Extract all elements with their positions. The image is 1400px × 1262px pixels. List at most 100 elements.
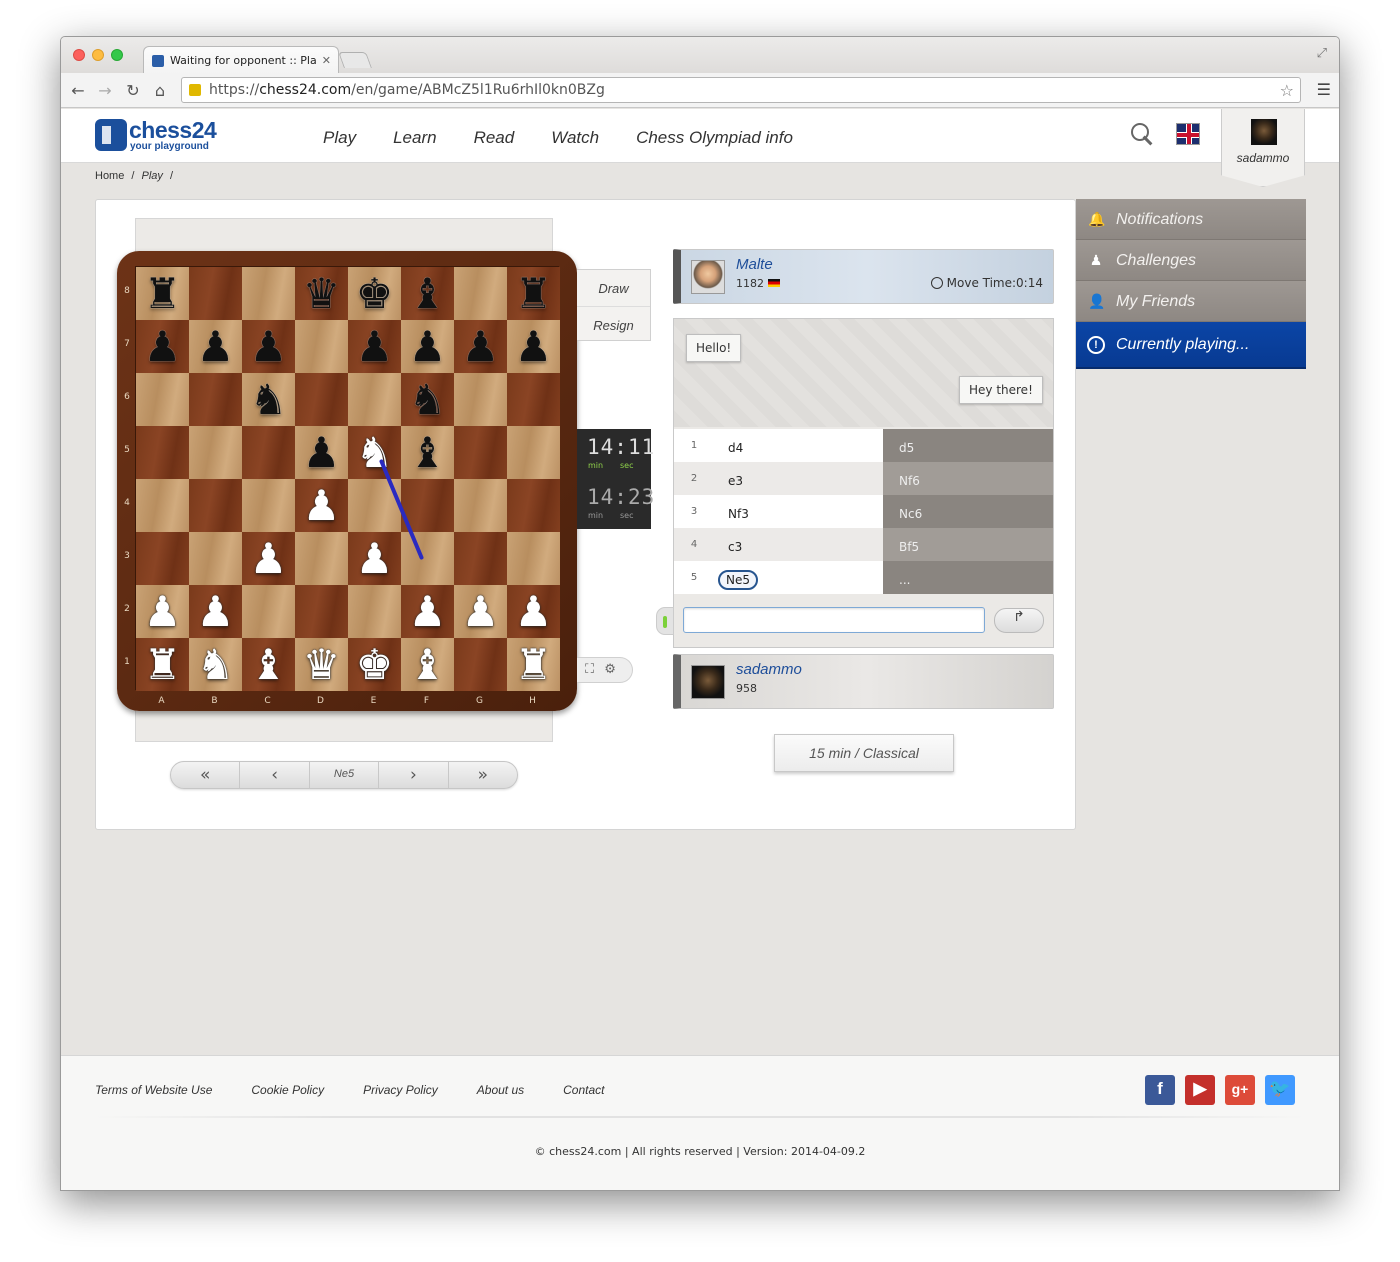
- square-f5[interactable]: ♝: [401, 426, 454, 479]
- black-pawn-icon[interactable]: ♟: [462, 325, 500, 368]
- nav-watch[interactable]: Watch: [551, 128, 599, 148]
- square-e2[interactable]: [348, 585, 401, 638]
- square-h7[interactable]: ♟: [507, 320, 560, 373]
- chat-input[interactable]: [683, 607, 985, 633]
- nav-read[interactable]: Read: [474, 128, 515, 148]
- square-g7[interactable]: ♟: [454, 320, 507, 373]
- minimize-window-button[interactable]: [92, 49, 104, 61]
- white-pawn-icon[interactable]: ♟: [250, 537, 288, 580]
- white-queen-icon[interactable]: ♛: [303, 643, 341, 686]
- fullscreen-board-icon[interactable]: ⛶: [585, 662, 594, 677]
- square-c7[interactable]: ♟: [242, 320, 295, 373]
- square-a5[interactable]: [136, 426, 189, 479]
- back-icon[interactable]: ←: [69, 81, 87, 100]
- black-knight-icon[interactable]: ♞: [250, 378, 288, 421]
- square-b2[interactable]: ♟: [189, 585, 242, 638]
- search-icon[interactable]: [1129, 121, 1155, 147]
- next-move-button[interactable]: ›: [379, 762, 449, 788]
- square-a3[interactable]: [136, 532, 189, 585]
- square-e6[interactable]: [348, 373, 401, 426]
- square-d3[interactable]: [295, 532, 348, 585]
- square-b8[interactable]: [189, 267, 242, 320]
- square-c6[interactable]: ♞: [242, 373, 295, 426]
- white-bishop-icon[interactable]: ♝: [409, 643, 447, 686]
- time-control-button[interactable]: 15 min / Classical: [774, 734, 954, 772]
- square-f8[interactable]: ♝: [401, 267, 454, 320]
- bookmark-star-icon[interactable]: ☆: [1280, 81, 1294, 100]
- square-e4[interactable]: [348, 479, 401, 532]
- chess-board[interactable]: ♜ ♛ ♚ ♝ ♜ ♟ ♟ ♟ ♟ ♟ ♟ ♟ ♞ ♞ ♟ ♞ ♝ ♟ ♟ ♟ ♟ ♟ ♟ ♟ ♟ ♜ ♞ ♝ ♛ ♚ ♝ ♜: [135, 266, 560, 691]
- square-b5[interactable]: [189, 426, 242, 479]
- player-name[interactable]: sadammo: [736, 661, 802, 678]
- nav-learn[interactable]: Learn: [393, 128, 436, 148]
- black-rook-icon[interactable]: ♜: [144, 272, 182, 315]
- square-a7[interactable]: ♟: [136, 320, 189, 373]
- white-bishop-icon[interactable]: ♝: [250, 643, 288, 686]
- black-pawn-icon[interactable]: ♟: [409, 325, 447, 368]
- square-g3[interactable]: [454, 532, 507, 585]
- footer-link-about[interactable]: About us: [477, 1083, 524, 1097]
- home-icon[interactable]: ⌂: [151, 81, 169, 100]
- sidebar-item-currently-playing[interactable]: ! Currently playing...: [1076, 322, 1306, 369]
- user-menu[interactable]: sadammo: [1221, 109, 1305, 187]
- square-h8[interactable]: ♜: [507, 267, 560, 320]
- square-f1[interactable]: ♝: [401, 638, 454, 691]
- square-d7[interactable]: [295, 320, 348, 373]
- address-bar[interactable]: https://chess24.com/en/game/ABMcZ5l1Ru6r…: [181, 77, 1301, 103]
- draw-button[interactable]: Draw: [577, 270, 650, 306]
- black-king-icon[interactable]: ♚: [356, 272, 394, 315]
- square-a6[interactable]: [136, 373, 189, 426]
- square-h3[interactable]: [507, 532, 560, 585]
- black-bishop-icon[interactable]: ♝: [409, 272, 447, 315]
- black-move[interactable]: Nf6: [883, 462, 1053, 495]
- square-a8[interactable]: ♜: [136, 267, 189, 320]
- white-move[interactable]: e3: [714, 462, 883, 495]
- close-window-button[interactable]: [73, 49, 85, 61]
- white-knight-icon[interactable]: ♞: [197, 643, 235, 686]
- square-c4[interactable]: [242, 479, 295, 532]
- square-d6[interactable]: [295, 373, 348, 426]
- square-f6[interactable]: ♞: [401, 373, 454, 426]
- square-d5[interactable]: ♟: [295, 426, 348, 479]
- sidebar-item-challenges[interactable]: ♟ Challenges: [1076, 240, 1306, 281]
- footer-link-privacy[interactable]: Privacy Policy: [363, 1083, 438, 1097]
- square-h1[interactable]: ♜: [507, 638, 560, 691]
- footer-link-terms[interactable]: Terms of Website Use: [95, 1083, 212, 1097]
- footer-link-cookies[interactable]: Cookie Policy: [251, 1083, 324, 1097]
- tab-close-icon[interactable]: ✕: [322, 54, 331, 67]
- square-d2[interactable]: [295, 585, 348, 638]
- last-move-button[interactable]: »: [449, 762, 517, 788]
- square-h2[interactable]: ♟: [507, 585, 560, 638]
- square-b7[interactable]: ♟: [189, 320, 242, 373]
- square-a1[interactable]: ♜: [136, 638, 189, 691]
- square-e3[interactable]: ♟: [348, 532, 401, 585]
- black-rook-icon[interactable]: ♜: [515, 272, 553, 315]
- square-h6[interactable]: [507, 373, 560, 426]
- square-e5[interactable]: ♞: [348, 426, 401, 479]
- footer-link-contact[interactable]: Contact: [563, 1083, 604, 1097]
- forward-icon[interactable]: →: [96, 81, 114, 100]
- white-knight-icon[interactable]: ♞: [356, 431, 394, 474]
- fullscreen-icon[interactable]: ⤢: [1317, 46, 1327, 61]
- white-rook-icon[interactable]: ♜: [144, 643, 182, 686]
- white-pawn-icon[interactable]: ♟: [515, 590, 553, 633]
- square-f3[interactable]: [401, 532, 454, 585]
- square-f4[interactable]: [401, 479, 454, 532]
- square-b3[interactable]: [189, 532, 242, 585]
- player-name[interactable]: Malte: [736, 256, 773, 273]
- square-a2[interactable]: ♟: [136, 585, 189, 638]
- white-pawn-icon[interactable]: ♟: [303, 484, 341, 527]
- square-b4[interactable]: [189, 479, 242, 532]
- sidebar-item-friends[interactable]: 👤 My Friends: [1076, 281, 1306, 322]
- black-move[interactable]: d5: [883, 429, 1053, 462]
- square-d4[interactable]: ♟: [295, 479, 348, 532]
- square-c2[interactable]: [242, 585, 295, 638]
- browser-menu-icon[interactable]: ☰: [1317, 80, 1331, 99]
- square-a4[interactable]: [136, 479, 189, 532]
- facebook-icon[interactable]: f: [1145, 1075, 1175, 1105]
- square-e1[interactable]: ♚: [348, 638, 401, 691]
- uk-flag-icon[interactable]: [1176, 123, 1200, 145]
- breadcrumb-home[interactable]: Home: [95, 170, 124, 182]
- nav-olympiad[interactable]: Chess Olympiad info: [636, 128, 793, 148]
- black-pawn-icon[interactable]: ♟: [197, 325, 235, 368]
